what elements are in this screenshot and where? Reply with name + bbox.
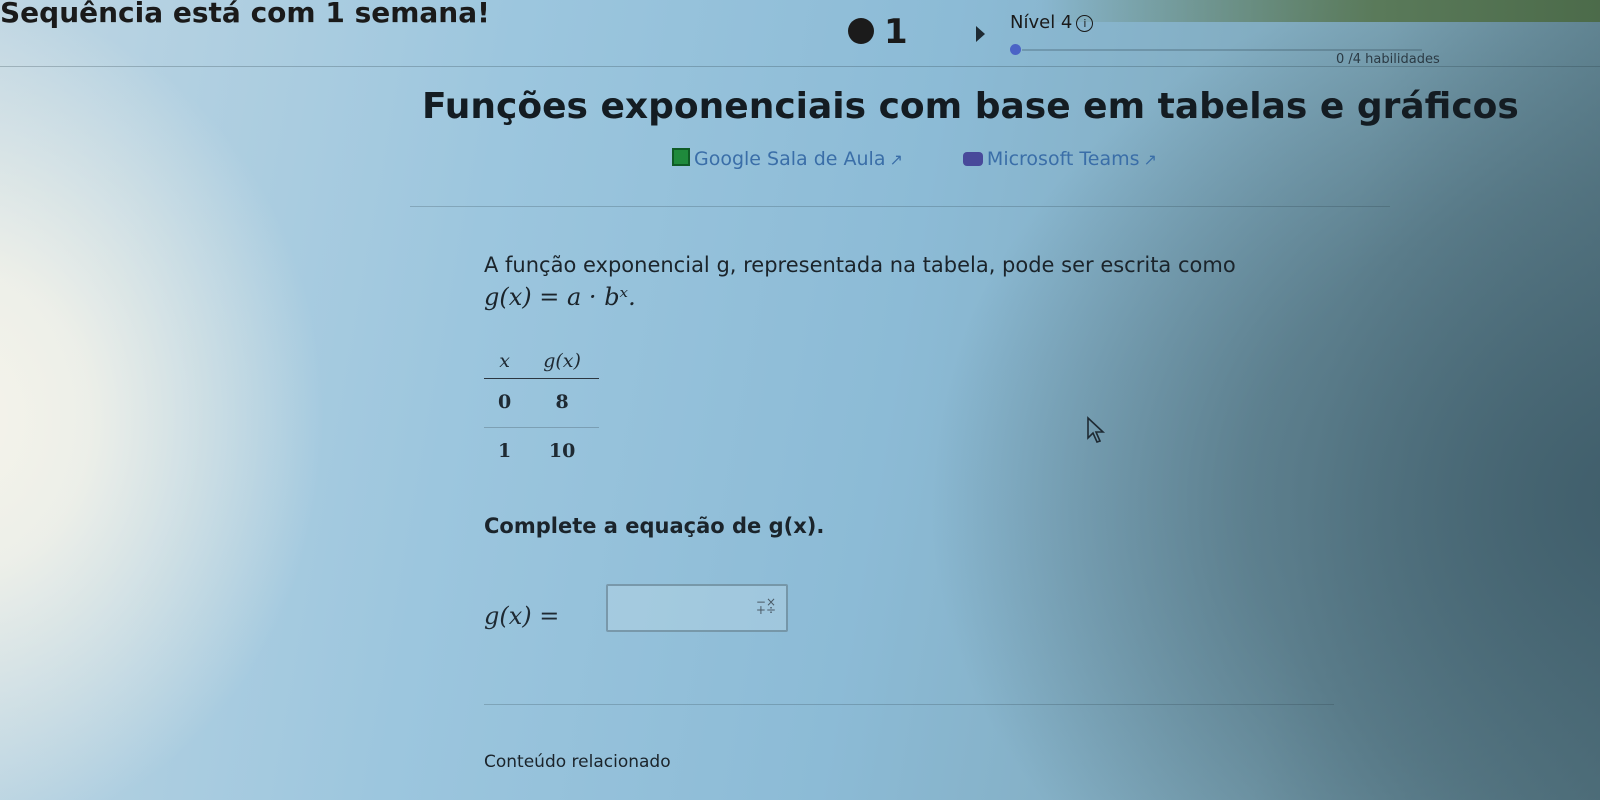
answer-input[interactable]: −× +÷ <box>606 584 788 632</box>
level-progress-track <box>1022 49 1422 51</box>
math-keyboard-icon[interactable]: −× +÷ <box>756 596 776 616</box>
footer-divider <box>484 704 1334 705</box>
table-header-x: x <box>499 350 510 372</box>
table-cell: 10 <box>548 440 576 462</box>
prompt-text: A função exponencial g, representada na … <box>484 253 1236 277</box>
answer-label: g(x) = <box>484 602 560 630</box>
external-link-icon: ↗ <box>889 150 903 169</box>
table-header-gx: g(x) <box>543 350 581 372</box>
table-row: 0 8 <box>484 378 599 428</box>
values-table: x g(x) 0 8 1 10 <box>484 350 599 470</box>
window-edge <box>1040 0 1600 22</box>
info-icon[interactable]: i <box>1076 15 1094 32</box>
table-row: 1 10 <box>484 428 599 471</box>
play-icon <box>976 26 985 42</box>
page-title: Funções exponenciais com base em tabelas… <box>422 86 1519 127</box>
streak-message: Sequência está com 1 semana! <box>0 0 490 29</box>
formula: g(x) = a · bˣ. <box>484 283 636 312</box>
google-classroom-label: Google Sala de Aula <box>694 148 886 170</box>
google-classroom-icon <box>672 148 690 166</box>
skills-progress: 0 /4 habilidades <box>1336 52 1440 67</box>
header-divider <box>0 66 1600 67</box>
streak-count: 1 <box>884 12 908 52</box>
table-cell: 1 <box>498 440 512 462</box>
microsoft-teams-link[interactable]: Microsoft Teams ↗ <box>962 148 1157 170</box>
question-text: Complete a equação de g(x). <box>484 514 825 538</box>
level-label: Nível 4 <box>1010 12 1073 33</box>
microsoft-teams-label: Microsoft Teams <box>986 148 1140 170</box>
streak-icon <box>848 18 874 44</box>
related-content-heading: Conteúdo relacionado <box>484 752 671 772</box>
level-indicator[interactable]: Nível 4i <box>1010 12 1094 33</box>
section-divider <box>410 206 1390 207</box>
mouse-cursor-icon <box>1074 392 1106 443</box>
top-bar: Sequência está com 1 semana! 1 Nível 4i … <box>0 0 1600 67</box>
table-header-row: x g(x) <box>484 350 599 379</box>
table-cell: 0 <box>484 378 530 428</box>
share-links: Google Sala de Aula ↗ Microsoft Teams ↗ <box>672 148 1211 170</box>
table-cell: 8 <box>529 378 599 428</box>
external-link-icon: ↗ <box>1143 150 1157 169</box>
problem-prompt: A função exponencial g, representada na … <box>484 250 1304 315</box>
google-classroom-link[interactable]: Google Sala de Aula ↗ <box>672 148 909 170</box>
microsoft-teams-icon <box>962 152 983 166</box>
level-progress-dot <box>1010 44 1021 55</box>
